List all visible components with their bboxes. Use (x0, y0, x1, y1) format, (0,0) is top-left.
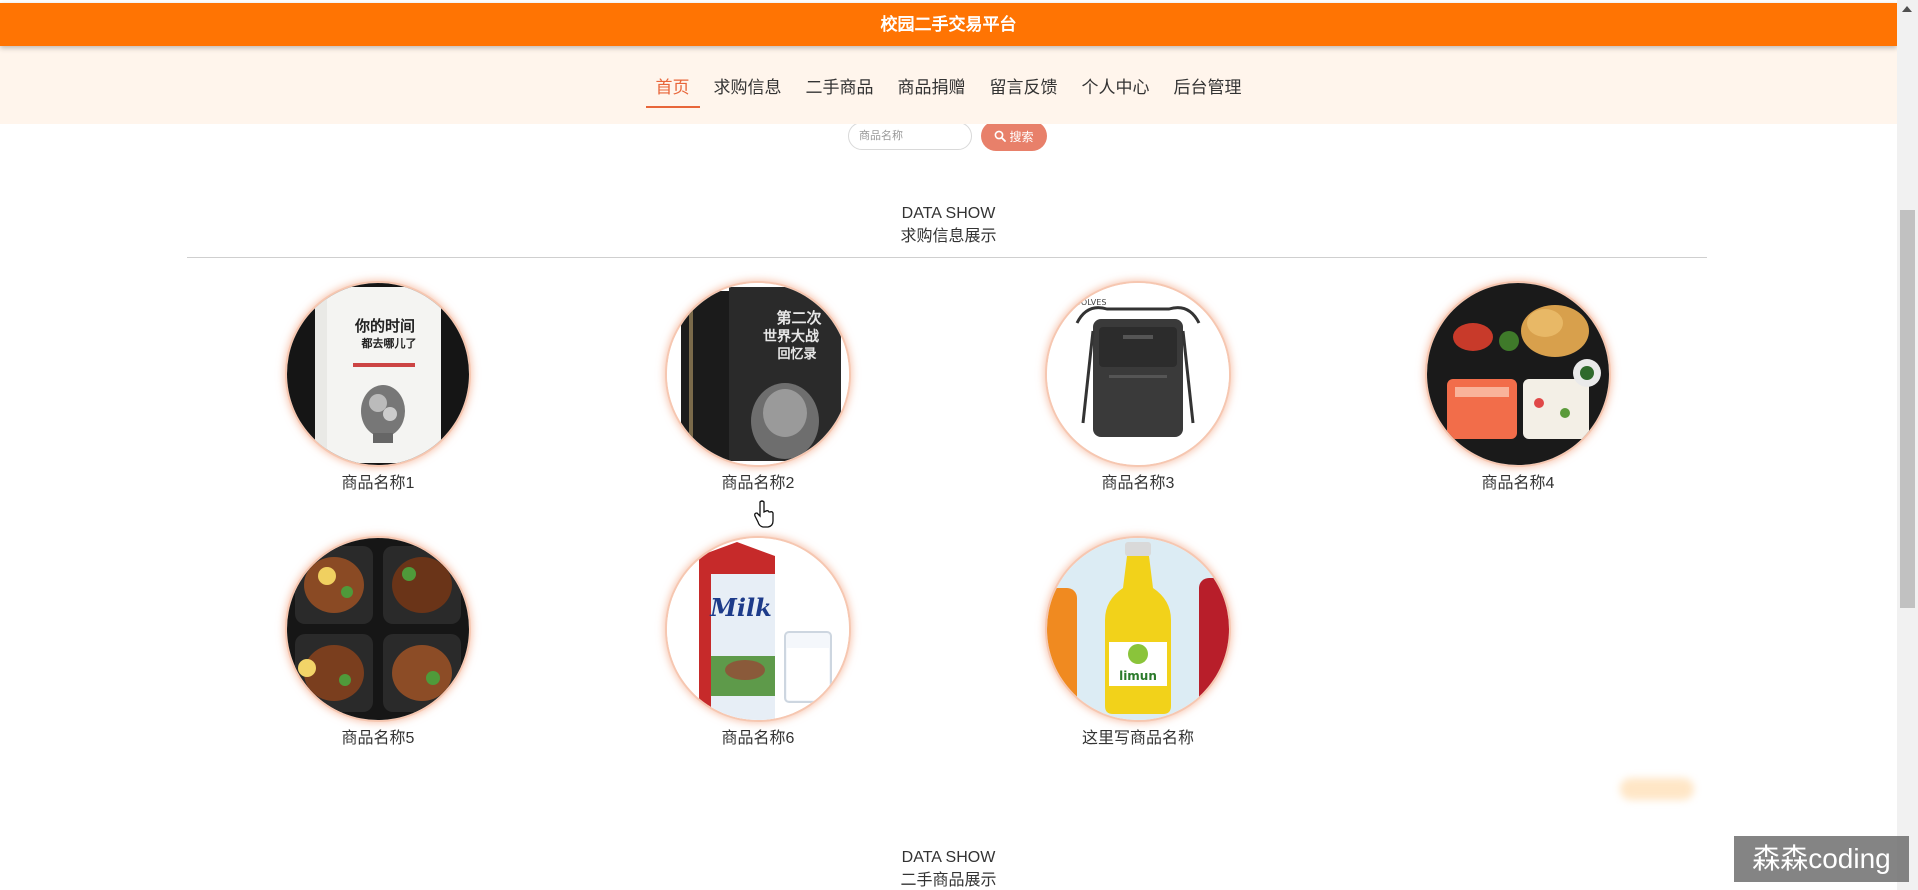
svg-text:回忆录: 回忆录 (777, 346, 816, 362)
section-heading-secondhand: DATA SHOW 二手商品展示 (0, 846, 1897, 890)
nav-item-admin[interactable]: 后台管理 (1162, 72, 1254, 104)
watermark: 森森coding (1734, 836, 1909, 882)
product-name[interactable]: 商品名称6 (638, 729, 878, 749)
svg-text:WOLVES: WOLVES (1073, 298, 1106, 307)
site-title-bar: 校园二手交易平台 (0, 3, 1897, 46)
product-card[interactable]: 第二次 世界大战 回忆录 商品名称2 (638, 283, 878, 494)
nav-item-purchase-requests[interactable]: 求购信息 (702, 72, 794, 104)
site-title: 校园二手交易平台 (880, 15, 1017, 34)
svg-text:limun: limun (1119, 669, 1157, 683)
product-image-bag[interactable]: WOLVES (1047, 283, 1229, 465)
scroll-up-arrow-icon[interactable] (1902, 6, 1912, 12)
search-bar: 搜索 (848, 121, 1047, 151)
product-name[interactable]: 商品名称3 (1018, 474, 1258, 494)
product-card[interactable]: Milk 商品名称6 (638, 538, 878, 749)
section-heading-purchase: DATA SHOW 求购信息展示 (0, 202, 1897, 248)
svg-text:都去哪儿了: 都去哪儿了 (361, 336, 417, 350)
product-card[interactable]: 商品名称5 (258, 538, 498, 749)
nav-item-feedback[interactable]: 留言反馈 (978, 72, 1070, 104)
product-card[interactable]: WOLVES 商品名称3 (1018, 283, 1258, 494)
product-card[interactable]: 商品名称4 (1398, 283, 1638, 494)
hand-cursor-icon (753, 500, 775, 533)
section-divider (187, 257, 1707, 258)
scroll-thumb[interactable] (1900, 210, 1915, 608)
floating-button-blur[interactable] (1620, 778, 1694, 800)
nav-item-secondhand-goods[interactable]: 二手商品 (794, 72, 886, 104)
product-card[interactable]: limun 这里写商品名称 (1018, 538, 1258, 749)
product-name[interactable]: 商品名称4 (1398, 474, 1638, 494)
search-button-label: 搜索 (1009, 129, 1034, 144)
product-image-noodles[interactable] (287, 538, 469, 720)
product-image-bento[interactable] (1427, 283, 1609, 465)
section-heading-zh: 求购信息展示 (900, 228, 997, 245)
product-image-juice[interactable]: limun (1047, 538, 1229, 720)
svg-text:第二次: 第二次 (776, 309, 821, 327)
nav-item-personal-center[interactable]: 个人中心 (1070, 72, 1162, 104)
section-heading-zh: 二手商品展示 (900, 872, 997, 889)
vertical-scrollbar[interactable] (1897, 0, 1918, 890)
svg-text:世界大战: 世界大战 (763, 328, 819, 345)
svg-text:你的时间: 你的时间 (354, 317, 415, 335)
search-button[interactable]: 搜索 (981, 121, 1047, 151)
product-name[interactable]: 商品名称2 (638, 474, 878, 494)
product-card[interactable]: 你的时间 都去哪儿了 商品名称1 (258, 283, 498, 494)
nav-item-donations[interactable]: 商品捐赠 (886, 72, 978, 104)
section-heading-en: DATA SHOW (901, 849, 996, 866)
product-name[interactable]: 商品名称1 (258, 474, 498, 494)
product-image-book-set[interactable]: 第二次 世界大战 回忆录 (667, 283, 849, 465)
svg-text:Milk: Milk (709, 593, 771, 622)
section-heading-en: DATA SHOW (901, 205, 996, 222)
product-image-milk[interactable]: Milk (667, 538, 849, 720)
product-name[interactable]: 这里写商品名称 (1018, 729, 1258, 749)
search-icon (994, 130, 1007, 142)
nav-item-home[interactable]: 首页 (644, 72, 702, 108)
nav-band: 首页 求购信息 二手商品 商品捐赠 留言反馈 个人中心 后台管理 (0, 46, 1897, 124)
product-name[interactable]: 商品名称5 (258, 729, 498, 749)
product-image-book[interactable]: 你的时间 都去哪儿了 (287, 283, 469, 465)
search-input[interactable] (848, 122, 972, 150)
page: 校园二手交易平台 首页 求购信息 二手商品 商品捐赠 留言反馈 个人中心 后台管… (0, 0, 1918, 890)
main-nav: 首页 求购信息 二手商品 商品捐赠 留言反馈 个人中心 后台管理 (0, 72, 1897, 108)
